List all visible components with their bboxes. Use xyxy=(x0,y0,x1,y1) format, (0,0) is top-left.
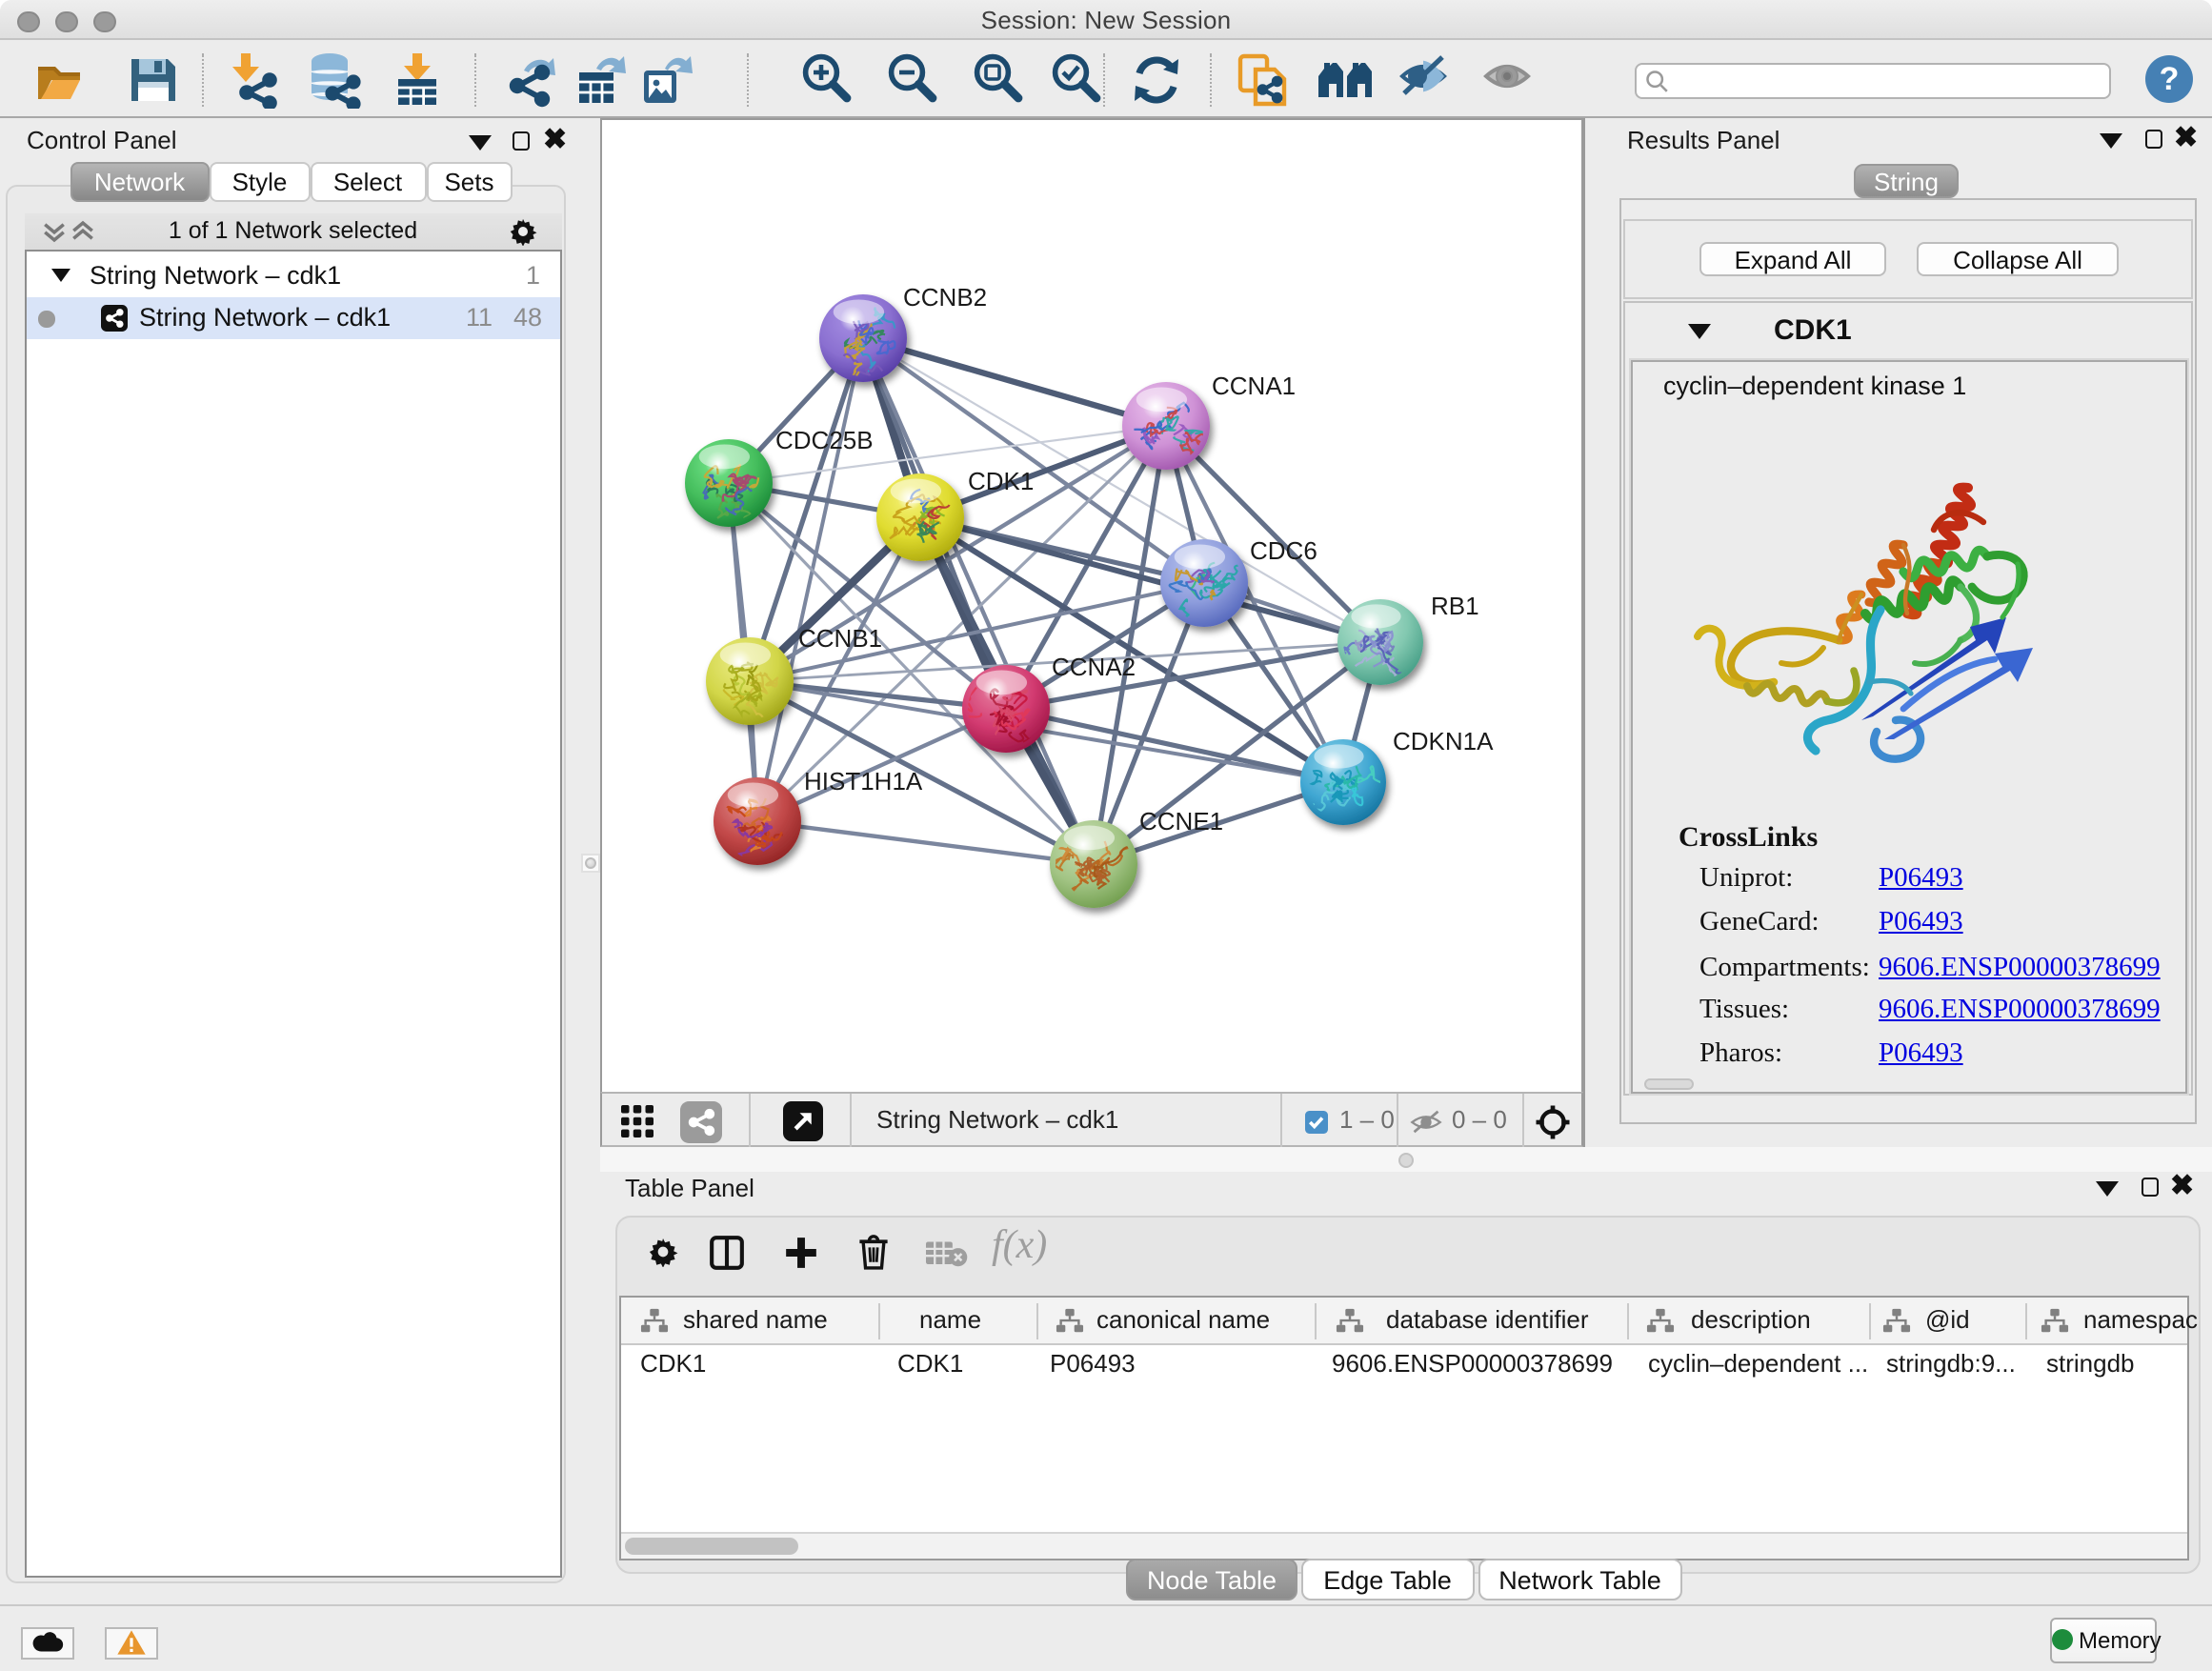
svg-text:CCNA2: CCNA2 xyxy=(1052,653,1136,681)
svg-text:CCNE1: CCNE1 xyxy=(1139,807,1223,836)
svg-text:CDC6: CDC6 xyxy=(1250,536,1317,565)
svg-text:CDC25B: CDC25B xyxy=(775,426,874,454)
svg-text:CDKN1A: CDKN1A xyxy=(1393,727,1494,755)
svg-text:CCNA1: CCNA1 xyxy=(1212,372,1296,400)
svg-text:CCNB1: CCNB1 xyxy=(798,624,882,653)
svg-text:CDK1: CDK1 xyxy=(968,467,1034,495)
svg-text:CCNB2: CCNB2 xyxy=(903,283,987,312)
svg-text:HIST1H1A: HIST1H1A xyxy=(804,767,923,795)
svg-text:RB1: RB1 xyxy=(1431,592,1479,620)
